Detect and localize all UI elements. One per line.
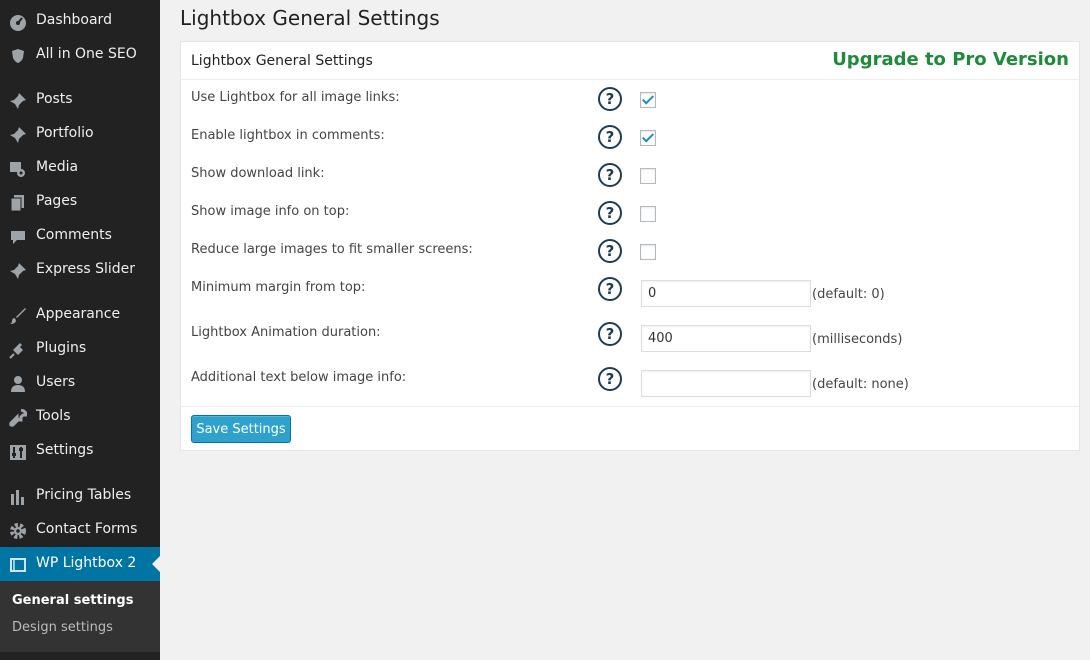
sidebar-item-dashboard[interactable]: Dashboard <box>0 4 160 38</box>
setting-label-reduce-images: Reduce large images to fit smaller scree… <box>191 242 473 257</box>
pages-icon <box>10 195 24 212</box>
help-icon[interactable]: ? <box>598 201 622 225</box>
checkbox-download-link[interactable] <box>640 168 656 184</box>
sidebar-item-label: Pages <box>36 193 78 209</box>
submenu-item-design-settings[interactable]: Design settings <box>12 620 113 635</box>
sidebar-item-label: All in One SEO <box>36 46 137 62</box>
comment-icon <box>11 231 25 244</box>
submenu-item-general-settings[interactable]: General settings <box>12 593 133 608</box>
pin-icon <box>10 93 26 109</box>
input-animation-duration[interactable] <box>641 325 811 352</box>
current-menu-arrow <box>152 556 160 572</box>
sidebar-item-portfolio[interactable]: Portfolio <box>0 117 160 151</box>
wrench-icon <box>9 409 27 427</box>
checkbox-enable-comments[interactable] <box>640 130 656 146</box>
input-additional-text[interactable] <box>641 370 811 397</box>
sidebar-item-label: Users <box>36 374 76 390</box>
sidebar-item-seo[interactable]: All in One SEO <box>0 38 160 72</box>
admin-sidebar: Dashboard All in One SEO Posts Portfolio… <box>0 0 160 660</box>
sidebar-item-label: Media <box>36 159 79 175</box>
sidebar-item-label: Settings <box>36 442 94 458</box>
checkbox-image-info-top[interactable] <box>640 206 656 222</box>
help-icon[interactable]: ? <box>598 277 622 301</box>
sidebar-item-appearance[interactable]: Appearance <box>0 298 160 332</box>
help-icon[interactable]: ? <box>598 87 622 111</box>
panel-footer: Save Settings <box>181 406 1079 450</box>
sidebar-item-label: Plugins <box>36 340 87 356</box>
gear-icon <box>10 523 26 539</box>
sidebar-item-media[interactable]: Media <box>0 151 160 185</box>
hint-additional-text: (default: none) <box>812 377 909 392</box>
help-icon[interactable]: ? <box>598 367 622 391</box>
setting-label-additional-text: Additional text below image info: <box>191 370 407 385</box>
sidebar-item-pages[interactable]: Pages <box>0 185 160 219</box>
checkmark-icon <box>641 130 655 143</box>
sidebar-item-label: Portfolio <box>36 125 94 141</box>
hint-min-margin: (default: 0) <box>812 287 885 302</box>
sidebar-item-label: Dashboard <box>36 12 112 28</box>
sidebar-item-contact-forms[interactable]: Contact Forms <box>0 513 160 547</box>
sidebar-item-wp-lightbox-2[interactable]: WP Lightbox 2 <box>0 547 160 581</box>
panel-header: Lightbox General Settings Upgrade to Pro… <box>181 42 1079 80</box>
setting-label-use-lightbox: Use Lightbox for all image links: <box>191 90 400 105</box>
media-icon <box>10 162 25 177</box>
pin-icon <box>10 127 26 143</box>
sidebar-item-plugins[interactable]: Plugins <box>0 332 160 366</box>
dashboard-icon <box>10 15 26 31</box>
hint-animation-duration: (milliseconds) <box>812 332 903 347</box>
help-icon[interactable]: ? <box>598 322 622 346</box>
sidebar-item-express-slider[interactable]: Express Slider <box>0 253 160 287</box>
pin-icon <box>10 263 26 279</box>
shield-icon <box>12 49 24 63</box>
sidebar-item-settings[interactable]: Settings <box>0 434 160 468</box>
input-min-margin[interactable] <box>641 280 811 307</box>
help-icon[interactable]: ? <box>598 239 622 263</box>
sidebar-item-label: Contact Forms <box>36 521 138 537</box>
help-icon[interactable]: ? <box>598 125 622 149</box>
page-title: Lightbox General Settings <box>180 6 440 30</box>
settings-panel: Lightbox General Settings Upgrade to Pro… <box>180 41 1080 451</box>
sidebar-item-label: Appearance <box>36 306 121 322</box>
brush-icon <box>10 308 26 324</box>
sidebar-item-label: Express Slider <box>36 261 136 277</box>
sidebar-item-label: WP Lightbox 2 <box>36 555 137 571</box>
checkbox-reduce-images[interactable] <box>640 244 656 260</box>
sidebar-item-comments[interactable]: Comments <box>0 219 160 253</box>
setting-label-image-info-top: Show image info on top: <box>191 204 350 219</box>
save-settings-button[interactable]: Save Settings <box>191 415 291 443</box>
sidebar-item-users[interactable]: Users <box>0 366 160 400</box>
sidebar-item-label: Posts <box>36 91 73 107</box>
checkmark-icon <box>641 92 655 105</box>
panel-title: Lightbox General Settings <box>191 53 373 69</box>
plug-icon <box>9 343 23 359</box>
help-icon[interactable]: ? <box>598 163 622 187</box>
checkbox-use-lightbox[interactable] <box>640 92 656 108</box>
setting-label-enable-comments: Enable lightbox in comments: <box>191 128 385 143</box>
sliders-icon <box>10 445 26 460</box>
bar-chart-icon <box>11 490 24 505</box>
setting-label-download-link: Show download link: <box>191 166 325 181</box>
submenu: General settings Design settings <box>0 581 160 652</box>
sidebar-item-pricing-tables[interactable]: Pricing Tables <box>0 479 160 513</box>
sidebar-item-tools[interactable]: Tools <box>0 400 160 434</box>
setting-label-min-margin: Minimum margin from top: <box>191 280 366 295</box>
user-icon <box>11 376 25 392</box>
setting-label-animation-duration: Lightbox Animation duration: <box>191 325 381 340</box>
sidebar-item-label: Comments <box>36 227 112 243</box>
sidebar-item-label: Pricing Tables <box>36 487 132 503</box>
sidebar-item-label: Tools <box>36 408 71 424</box>
sidebar-item-posts[interactable]: Posts <box>0 83 160 117</box>
upgrade-pro-link[interactable]: Upgrade to Pro Version <box>832 49 1069 70</box>
window-icon <box>10 558 26 572</box>
